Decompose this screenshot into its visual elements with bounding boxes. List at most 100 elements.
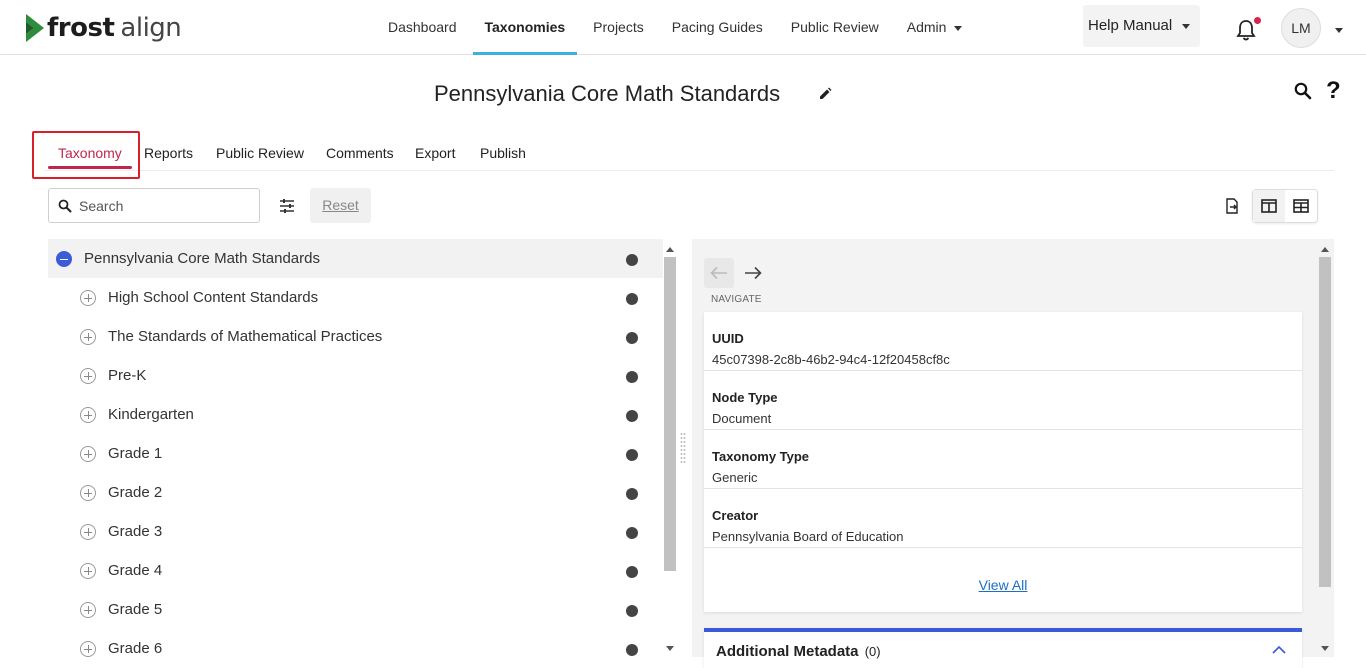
tree-node[interactable]: Grade 5 <box>48 590 663 629</box>
logo-text: frost align <box>47 13 182 43</box>
nav-dashboard[interactable]: Dashboard <box>376 0 469 55</box>
filter-sliders-icon[interactable] <box>279 198 295 214</box>
node-details-panel: NAVIGATE UUID 45c07398-2c8b-46b2-94c4-12… <box>692 239 1334 668</box>
nav-admin-label: Admin <box>906 19 947 35</box>
navigate-back-button[interactable] <box>704 258 734 288</box>
view-layout-toggle <box>1252 189 1318 223</box>
tree-node-label: Pennsylvania Core Math Standards <box>84 250 320 267</box>
scroll-down-icon[interactable] <box>1321 646 1329 651</box>
tree-node[interactable]: Grade 4 <box>48 551 663 590</box>
expand-icon[interactable] <box>80 524 96 540</box>
nav-public-review[interactable]: Public Review <box>779 0 891 55</box>
additional-metadata-heading: Additional Metadata (0) <box>716 643 881 660</box>
arrow-right-icon <box>745 266 762 280</box>
tree-node[interactable]: Kindergarten <box>48 395 663 434</box>
tree-node[interactable]: Grade 1 <box>48 434 663 473</box>
tree-node-label: Grade 6 <box>108 640 163 657</box>
status-dot <box>626 371 638 383</box>
field-value: Pennsylvania Board of Education <box>712 529 904 544</box>
expand-icon[interactable] <box>80 329 96 345</box>
reset-button[interactable]: Reset <box>310 188 371 223</box>
status-dot <box>626 566 638 578</box>
table-view-button[interactable] <box>1285 190 1317 222</box>
collapse-icon[interactable] <box>56 251 72 267</box>
scrollbar-thumb[interactable] <box>1319 257 1331 587</box>
chevron-down-icon <box>1182 23 1191 29</box>
metadata-field-node-type: Node Type Document <box>704 371 1302 430</box>
taxonomy-tabs: Taxonomy Reports Public Review Comments … <box>44 131 1334 171</box>
tree-node[interactable]: Grade 2 <box>48 473 663 512</box>
scroll-up-icon[interactable] <box>1321 247 1329 252</box>
tree-node-label: Grade 4 <box>108 562 163 579</box>
arrow-left-icon <box>710 266 727 280</box>
tab-public-review[interactable]: Public Review <box>216 145 304 161</box>
help-manual-dropdown[interactable]: Help Manual <box>1083 5 1200 47</box>
tab-highlight-outline <box>32 131 140 179</box>
field-value: Generic <box>712 470 758 485</box>
expand-icon[interactable] <box>80 602 96 618</box>
field-value: 45c07398-2c8b-46b2-94c4-12f20458cf8c <box>712 352 950 367</box>
tree-node[interactable]: High School Content Standards <box>48 278 663 317</box>
search-input[interactable] <box>79 195 249 217</box>
expand-icon[interactable] <box>80 485 96 501</box>
status-dot <box>626 254 638 266</box>
details-scrollbar[interactable] <box>1318 243 1332 657</box>
status-dot <box>626 410 638 422</box>
export-document-icon[interactable] <box>1225 198 1239 214</box>
taxonomy-tree: Pennsylvania Core Math Standards High Sc… <box>33 239 663 657</box>
additional-metadata-section[interactable]: Additional Metadata (0) <box>704 628 1302 668</box>
tree-node-root[interactable]: Pennsylvania Core Math Standards <box>48 239 663 278</box>
tree-node[interactable]: Grade 3 <box>48 512 663 551</box>
status-dot <box>626 332 638 344</box>
user-avatar[interactable]: LM <box>1281 8 1321 48</box>
chevron-down-icon[interactable] <box>1335 28 1343 33</box>
expand-icon[interactable] <box>80 641 96 657</box>
split-view-button[interactable] <box>1253 190 1285 222</box>
view-all-link[interactable]: View All <box>704 577 1302 593</box>
search-icon[interactable] <box>1294 82 1312 100</box>
page-header: Pennsylvania Core Math Standards <box>0 78 1366 112</box>
navigate-forward-button[interactable] <box>738 258 768 288</box>
scroll-up-icon[interactable] <box>666 247 674 252</box>
tree-scrollbar[interactable] <box>663 243 677 657</box>
tree-node-label: Grade 1 <box>108 445 163 462</box>
scroll-down-icon[interactable] <box>666 646 674 651</box>
top-navigation-bar: frost align Dashboard Taxonomies Projects… <box>0 0 1366 55</box>
expand-icon[interactable] <box>80 407 96 423</box>
status-dot <box>626 449 638 461</box>
panel-resize-handle[interactable] <box>680 432 686 464</box>
tree-node[interactable]: The Standards of Mathematical Practices <box>48 317 663 356</box>
status-dot <box>626 293 638 305</box>
tree-node[interactable]: Pre-K <box>48 356 663 395</box>
additional-metadata-title: Additional Metadata <box>716 643 859 660</box>
pencil-edit-icon[interactable] <box>818 87 832 101</box>
expand-icon[interactable] <box>80 290 96 306</box>
frost-align-logo[interactable]: frost align <box>24 12 182 44</box>
status-dot <box>626 644 638 656</box>
metadata-field-uuid: UUID 45c07398-2c8b-46b2-94c4-12f20458cf8… <box>704 312 1302 371</box>
metadata-field-creator: Creator Pennsylvania Board of Education <box>704 489 1302 548</box>
tab-export[interactable]: Export <box>415 145 455 161</box>
expand-icon[interactable] <box>80 446 96 462</box>
tab-publish[interactable]: Publish <box>480 145 526 161</box>
search-field[interactable] <box>48 188 260 223</box>
navigate-label: NAVIGATE <box>711 294 762 305</box>
nav-projects[interactable]: Projects <box>581 0 656 55</box>
nav-admin-menu[interactable]: Admin <box>895 0 975 55</box>
tree-node[interactable]: Grade 6 <box>48 629 663 657</box>
status-dot <box>626 527 638 539</box>
field-label: UUID <box>712 331 744 346</box>
nav-taxonomies[interactable]: Taxonomies <box>472 0 578 55</box>
table-view-icon <box>1293 199 1309 213</box>
notification-bell-icon[interactable] <box>1236 19 1256 41</box>
tree-node-label: High School Content Standards <box>108 289 319 306</box>
notification-badge <box>1254 17 1261 24</box>
nav-pacing-guides[interactable]: Pacing Guides <box>660 0 775 55</box>
expand-icon[interactable] <box>80 368 96 384</box>
tab-comments[interactable]: Comments <box>326 145 394 161</box>
help-question-icon[interactable]: ? <box>1326 77 1341 105</box>
tab-reports[interactable]: Reports <box>144 145 193 161</box>
scrollbar-thumb[interactable] <box>664 257 676 571</box>
chevron-up-icon[interactable] <box>1272 646 1286 654</box>
expand-icon[interactable] <box>80 563 96 579</box>
